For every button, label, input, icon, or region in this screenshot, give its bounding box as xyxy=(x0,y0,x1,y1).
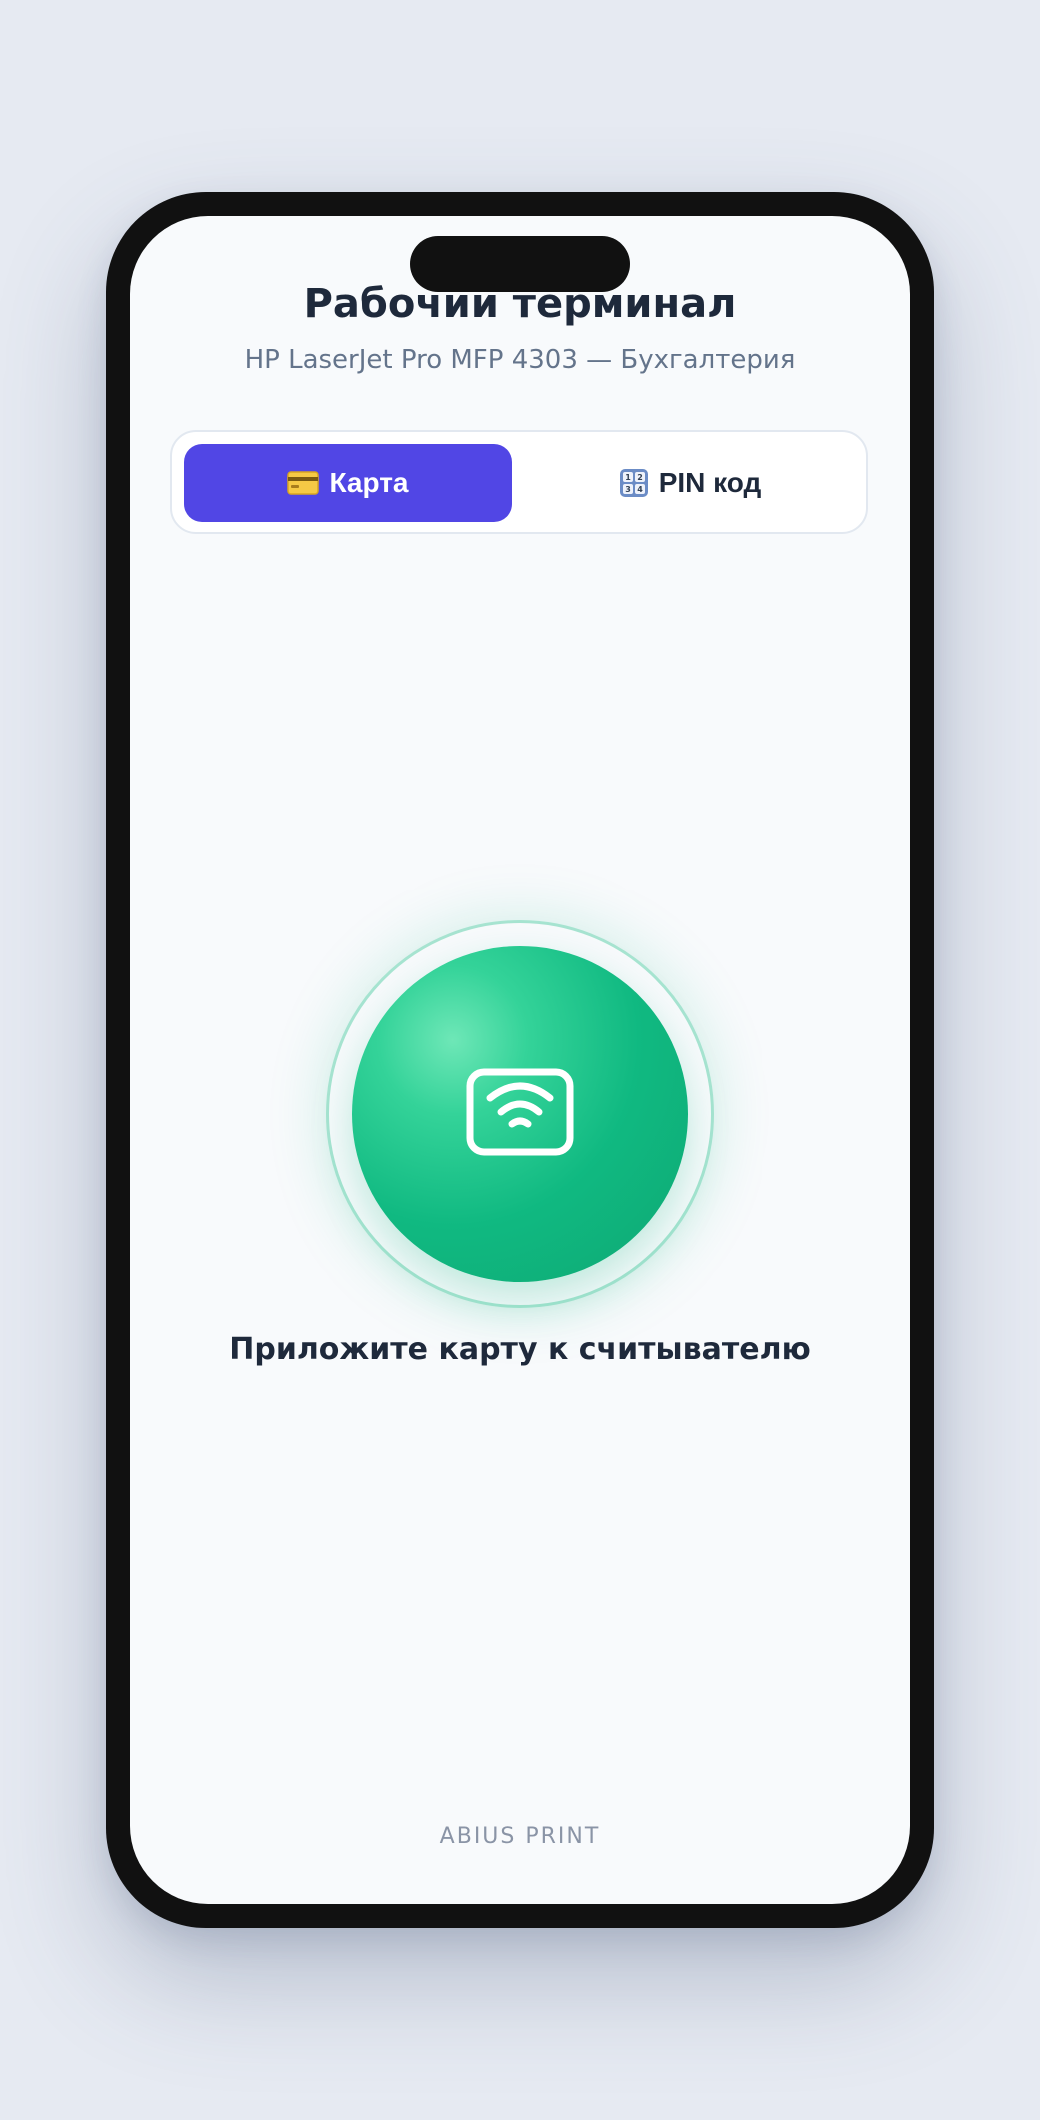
svg-text:3: 3 xyxy=(625,485,631,494)
printer-subtitle: HP LaserJet Pro MFP 4303 — Бухгалтерия xyxy=(244,345,796,375)
reader-instruction: Приложите карту к считывателю xyxy=(229,1332,811,1367)
svg-text:2: 2 xyxy=(637,473,643,482)
auth-method-tabs: Карта 1 2 3 4 PIN код xyxy=(170,430,868,534)
tab-card[interactable]: Карта xyxy=(184,444,512,522)
tab-pin[interactable]: 1 2 3 4 PIN код xyxy=(526,444,854,522)
svg-text:4: 4 xyxy=(637,485,643,494)
tab-card-label: Карта xyxy=(329,467,409,498)
credit-card-icon xyxy=(287,471,320,495)
dynamic-island xyxy=(410,236,630,292)
brand-footer: ABIUS PRINT xyxy=(439,1824,601,1849)
svg-text:1: 1 xyxy=(625,473,631,482)
screen: Рабочий терминал HP LaserJet Pro MFP 430… xyxy=(130,216,910,1904)
phone-frame: Рабочий терминал HP LaserJet Pro MFP 430… xyxy=(106,192,934,1928)
keypad-numbers-icon: 1 2 3 4 xyxy=(619,468,649,498)
tab-pin-label: PIN код xyxy=(658,467,762,498)
nfc-card-reader-icon xyxy=(466,1068,574,1160)
card-reader-button[interactable] xyxy=(352,946,688,1282)
